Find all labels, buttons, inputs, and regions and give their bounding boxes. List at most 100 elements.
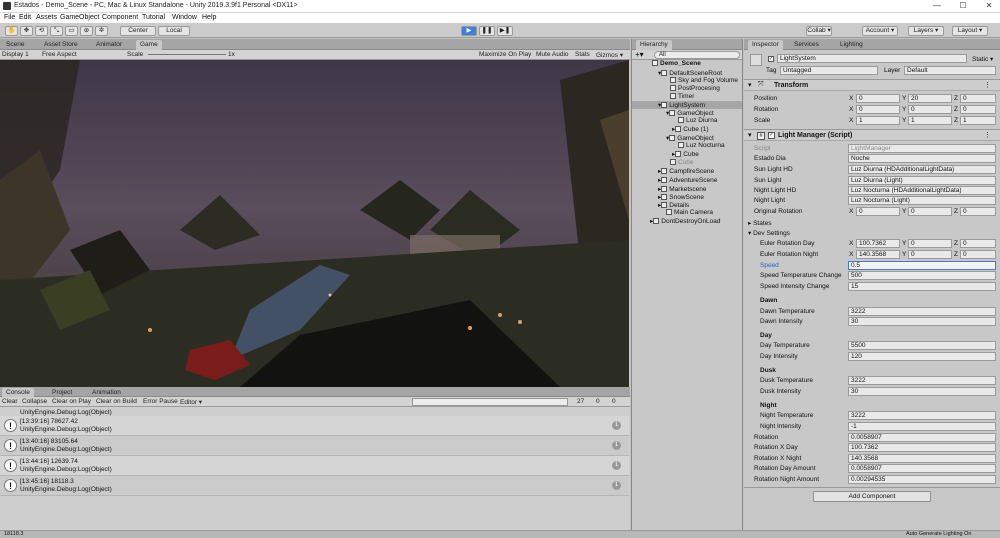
step-button[interactable]: ▶❚ [497, 26, 513, 36]
night-light-field[interactable]: Luz Nocturna (Light) [848, 196, 996, 205]
pivot-center-button[interactable]: Center [120, 26, 156, 36]
static-dropdown[interactable]: Static ▾ [972, 55, 993, 63]
hierarchy-item-disabled[interactable]: Cube [670, 159, 694, 166]
scale-y-field[interactable]: 1 [908, 116, 952, 125]
position-x-field[interactable]: 0 [856, 94, 900, 103]
hierarchy-item[interactable]: ▸ SnowScene [658, 193, 704, 201]
sun-light-field[interactable]: Luz Diurna (Light) [848, 176, 996, 185]
tab-hierarchy[interactable]: Hierarchy [636, 40, 672, 50]
menu-tutorial[interactable]: Tutorial [142, 14, 165, 21]
play-button[interactable]: ▶ [461, 26, 477, 36]
collapse-button[interactable]: Collapse [22, 398, 47, 405]
euler-day-y[interactable]: 0 [908, 239, 952, 248]
tab-animator[interactable]: Animator [92, 40, 126, 50]
add-component-button[interactable]: Add Component [813, 491, 931, 502]
object-name-field[interactable]: LightSystem [777, 54, 967, 63]
maximize-button[interactable]: ☐ [956, 1, 970, 11]
euler-night-x[interactable]: 140.3568 [856, 250, 900, 259]
close-button[interactable]: ✕ [982, 1, 996, 11]
dawn-temperature-field[interactable]: 3222 [848, 307, 996, 316]
night-light-hd-field[interactable]: Luz Nocturna (HDAdditionalLightData) [848, 186, 996, 195]
rect-tool-icon[interactable]: ▭ [65, 26, 78, 36]
hierarchy-item[interactable]: Luz Diurna [678, 117, 717, 124]
euler-night-z[interactable]: 0 [960, 250, 996, 259]
sun-light-hd-field[interactable]: Luz Diurna (HDAdditionalLightData) [848, 165, 996, 174]
menu-edit[interactable]: Edit [19, 14, 31, 21]
hierarchy-search-input[interactable]: All [654, 51, 740, 59]
hierarchy-item[interactable]: ▸ Marketscene [658, 185, 706, 193]
pause-button[interactable]: ❚❚ [479, 26, 495, 36]
hierarchy-item[interactable]: Timer [670, 93, 694, 100]
account-dropdown[interactable]: Account ▾ [862, 26, 898, 36]
component-menu-icon[interactable]: ⋮ [984, 131, 991, 139]
log-count-badge[interactable]: 27 [577, 398, 584, 405]
rotate-tool-icon[interactable]: ⟲ [35, 26, 48, 36]
euler-day-z[interactable]: 0 [960, 239, 996, 248]
hierarchy-item[interactable]: ▸ AdventureScene [658, 176, 717, 184]
hierarchy-item[interactable]: ▾ GameObject [666, 109, 714, 117]
hierarchy-item[interactable]: Main Camera [666, 209, 713, 216]
speed-field[interactable]: 0.5 [848, 261, 996, 270]
aspect-select[interactable]: Free Aspect [42, 51, 77, 58]
position-z-field[interactable]: 0 [960, 94, 996, 103]
rotation-night-amount-field[interactable]: 0.00294535 [848, 475, 996, 484]
transform-header[interactable]: ▾ ⤧ Transform ⋮ [744, 79, 1000, 91]
hierarchy-item[interactable]: PostProcesing [670, 85, 720, 92]
gizmos-dropdown[interactable]: Gizmos ▾ [596, 51, 623, 59]
hierarchy-item[interactable]: ▸ Cube (1) [672, 125, 709, 133]
error-pause-button[interactable]: Error Pause [143, 398, 178, 405]
tag-dropdown[interactable]: Untagged [780, 66, 878, 75]
warning-count-badge[interactable]: 0 [596, 398, 600, 405]
rotation-x-day-field[interactable]: 100.7362 [848, 443, 996, 452]
states-foldout[interactable]: ▸ States [748, 219, 772, 227]
layer-dropdown[interactable]: Default [904, 66, 996, 75]
console-row[interactable]: ! [13:44:16] 12639.74 UnityEngine.Debug:… [0, 456, 629, 476]
layout-dropdown[interactable]: Layout ▾ [952, 26, 988, 36]
console-row[interactable]: ! [13:39:16] 78627.42 UnityEngine.Debug:… [0, 416, 629, 436]
rotation-day-amount-field[interactable]: 0.0058907 [848, 464, 996, 473]
position-y-field[interactable]: 20 [908, 94, 952, 103]
game-viewport[interactable] [0, 60, 629, 387]
hierarchy-item[interactable]: Luz Nocturna [678, 142, 725, 149]
tab-asset-store[interactable]: Asset Store [40, 40, 82, 50]
hierarchy-item[interactable]: ▸ CampfireScene [658, 167, 714, 175]
speed-temperature-field[interactable]: 500 [848, 271, 996, 280]
clear-on-build-button[interactable]: Clear on Build [96, 398, 137, 405]
hierarchy-item[interactable]: ▸ Details [658, 201, 689, 209]
rotation-readout-field[interactable]: 0.0058907 [848, 433, 996, 442]
tab-scene[interactable]: Scene [2, 40, 28, 50]
auto-generate-lighting-status[interactable]: Auto Generate Lighting On [906, 531, 971, 537]
console-row[interactable]: ! [13:40:16] 83105.64 UnityEngine.Debug:… [0, 436, 629, 456]
menu-gameobject[interactable]: GameObject [60, 14, 99, 21]
menu-window[interactable]: Window [172, 14, 197, 21]
night-intensity-field[interactable]: -1 [848, 422, 996, 431]
space-local-button[interactable]: Local [158, 26, 190, 36]
scale-slider[interactable] [148, 54, 226, 55]
rotation-x-field[interactable]: 0 [856, 105, 900, 114]
day-temperature-field[interactable]: 5500 [848, 341, 996, 350]
active-checkbox[interactable]: ✓ [768, 56, 774, 62]
rotation-x-night-field[interactable]: 140.3568 [848, 454, 996, 463]
hierarchy-item-lightsystem[interactable]: ▾ LightSystem [632, 101, 742, 109]
rotation-y-field[interactable]: 0 [908, 105, 952, 114]
component-menu-icon[interactable]: ⋮ [984, 81, 991, 89]
stats-toggle[interactable]: Stats [575, 51, 590, 58]
maximize-on-play-toggle[interactable]: Maximize On Play [479, 51, 531, 58]
hierarchy-item[interactable]: ▸ Cube [672, 150, 699, 158]
console-row[interactable]: ! [13:45:16] 18118.3 UnityEngine.Debug:L… [0, 476, 629, 496]
clear-button[interactable]: Clear [2, 398, 18, 405]
menu-component[interactable]: Component [102, 14, 138, 21]
scale-z-field[interactable]: 1 [960, 116, 996, 125]
dev-settings-foldout[interactable]: ▾ Dev Settings [748, 229, 790, 237]
original-rotation-z[interactable]: 0 [960, 207, 996, 216]
original-rotation-y[interactable]: 0 [908, 207, 952, 216]
display-select[interactable]: Display 1 [2, 51, 29, 58]
move-tool-icon[interactable]: ✥ [20, 26, 33, 36]
error-count-badge[interactable]: 0 [612, 398, 616, 405]
hand-tool-icon[interactable]: ✋ [5, 26, 18, 36]
estado-dia-dropdown[interactable]: Noche [848, 154, 996, 163]
collab-dropdown[interactable]: Collab ▾ [806, 26, 832, 36]
tab-inspector[interactable]: Inspector [748, 40, 783, 50]
euler-night-y[interactable]: 0 [908, 250, 952, 259]
hierarchy-item-dontdestroyonload[interactable]: ▸ DontDestroyOnLoad [650, 217, 721, 225]
